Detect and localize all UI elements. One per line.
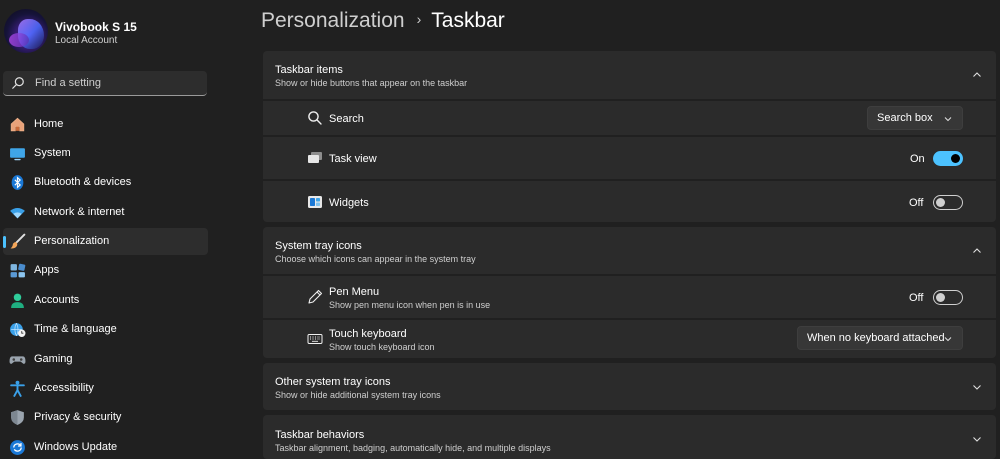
widgets-label: Widgets xyxy=(329,197,369,209)
section-subtitle: Choose which icons can appear in the sys… xyxy=(275,254,476,264)
touch-keyboard-row: Touch keyboard Show touch keyboard icon … xyxy=(263,320,996,358)
toggle-knob xyxy=(936,293,945,302)
taskbar-items-section: Taskbar items Show or hide buttons that … xyxy=(263,51,996,222)
system-tray-section: System tray icons Choose which icons can… xyxy=(263,227,996,358)
section-subtitle: Taskbar alignment, badging, automaticall… xyxy=(275,443,551,453)
sidebar: Vivobook S 15 Local Account Find a setti… xyxy=(0,0,215,459)
bluetooth-icon xyxy=(11,175,24,190)
avatar[interactable] xyxy=(4,9,48,53)
shield-icon xyxy=(11,410,24,425)
task-view-row: Task view On xyxy=(263,137,996,179)
sidebar-item-privacy[interactable]: Privacy & security xyxy=(3,404,208,431)
wifi-icon xyxy=(10,207,25,219)
widgets-icon xyxy=(308,196,322,208)
sidebar-item-label: Gaming xyxy=(34,353,73,365)
search-setting-row: Search Search box xyxy=(263,101,996,135)
accessibility-icon xyxy=(10,380,25,397)
widgets-toggle[interactable] xyxy=(933,195,963,210)
pen-menu-row: Pen Menu Show pen menu icon when pen is … xyxy=(263,276,996,318)
toggle-state-text: On xyxy=(910,153,925,165)
search-placeholder: Find a setting xyxy=(35,77,102,89)
sidebar-item-label: Home xyxy=(34,118,64,130)
search-mode-dropdown[interactable]: Search box xyxy=(867,106,963,130)
sidebar-item-time-language[interactable]: Time & language xyxy=(3,316,208,343)
taskbar-behaviors-section[interactable]: Taskbar behaviors Taskbar alignment, bad… xyxy=(263,415,996,459)
sidebar-item-gaming[interactable]: Gaming xyxy=(3,346,208,373)
sidebar-item-network[interactable]: Network & internet xyxy=(3,199,208,226)
sidebar-item-label: Accessibility xyxy=(34,382,94,394)
sidebar-item-bluetooth[interactable]: Bluetooth & devices xyxy=(3,169,208,196)
section-title: System tray icons xyxy=(275,240,362,252)
sidebar-item-personalization[interactable]: Personalization xyxy=(3,228,208,255)
chevron-down-icon xyxy=(944,117,952,122)
sidebar-item-windows-update[interactable]: Windows Update xyxy=(3,434,208,459)
sidebar-item-label: Accounts xyxy=(34,294,80,306)
toggle-state-text: Off xyxy=(909,292,924,304)
breadcrumb-separator: › xyxy=(416,11,422,27)
breadcrumb: Personalization › Taskbar xyxy=(261,9,505,39)
chevron-down-icon[interactable] xyxy=(972,382,982,392)
touch-keyboard-label: Touch keyboard xyxy=(329,328,407,340)
sidebar-item-label: Network & internet xyxy=(34,206,125,218)
section-subtitle: Show or hide buttons that appear on the … xyxy=(275,78,468,88)
pen-icon xyxy=(308,289,323,304)
sidebar-item-label: System xyxy=(34,147,71,159)
pen-menu-toggle[interactable] xyxy=(933,290,963,305)
sidebar-item-accounts[interactable]: Accounts xyxy=(3,287,208,314)
other-tray-icons-section[interactable]: Other system tray icons Show or hide add… xyxy=(263,363,996,410)
section-subtitle: Show or hide additional system tray icon… xyxy=(275,390,441,400)
page-title: Taskbar xyxy=(431,9,505,32)
profile-name: Vivobook S 15 xyxy=(55,20,137,34)
widgets-row: Widgets Off xyxy=(263,181,996,222)
profile-account-type: Local Account xyxy=(55,35,118,46)
search-icon xyxy=(12,77,24,89)
sidebar-item-label: Privacy & security xyxy=(34,411,122,423)
sidebar-item-system[interactable]: System xyxy=(3,140,208,167)
home-icon xyxy=(10,117,25,132)
section-title: Taskbar behaviors xyxy=(275,429,365,441)
sidebar-item-label: Windows Update xyxy=(34,441,118,453)
sidebar-item-label: Apps xyxy=(34,264,60,276)
sidebar-item-label: Bluetooth & devices xyxy=(34,176,132,188)
task-view-toggle[interactable] xyxy=(933,151,963,166)
apps-icon xyxy=(10,263,26,278)
sidebar-item-label: Personalization xyxy=(34,235,110,247)
sidebar-item-home[interactable]: Home xyxy=(3,111,208,138)
dropdown-value: When no keyboard attached xyxy=(807,332,945,344)
brush-icon xyxy=(10,233,26,249)
globe-clock-icon xyxy=(10,322,26,337)
chevron-down-icon xyxy=(944,337,952,342)
system-tray-header[interactable]: System tray icons Choose which icons can… xyxy=(263,227,996,274)
taskbar-items-header[interactable]: Taskbar items Show or hide buttons that … xyxy=(263,51,996,99)
toggle-knob xyxy=(951,154,960,163)
section-title: Taskbar items xyxy=(275,64,343,76)
pen-menu-description: Show pen menu icon when pen is in use xyxy=(329,300,491,310)
search-setting-label: Search xyxy=(329,113,364,125)
touch-keyboard-description: Show touch keyboard icon xyxy=(329,342,435,352)
sidebar-item-apps[interactable]: Apps xyxy=(3,257,208,284)
search-icon xyxy=(308,111,322,125)
task-view-label: Task view xyxy=(329,153,377,165)
chevron-up-icon[interactable] xyxy=(972,70,982,80)
search-input[interactable]: Find a setting xyxy=(3,71,207,96)
keyboard-icon xyxy=(307,334,323,344)
touch-keyboard-dropdown[interactable]: When no keyboard attached xyxy=(797,326,963,350)
monitor-icon xyxy=(10,148,25,161)
sidebar-item-label: Time & language xyxy=(34,323,117,335)
gamepad-icon xyxy=(9,356,26,364)
toggle-state-text: Off xyxy=(909,197,924,209)
chevron-up-icon[interactable] xyxy=(972,246,982,256)
pen-menu-label: Pen Menu xyxy=(329,286,380,298)
section-title: Other system tray icons xyxy=(275,376,391,388)
sidebar-item-accessibility[interactable]: Accessibility xyxy=(3,375,208,402)
task-view-icon xyxy=(308,152,322,163)
chevron-down-icon[interactable] xyxy=(972,434,982,444)
toggle-knob xyxy=(936,198,945,207)
profile[interactable]: Vivobook S 15 Local Account xyxy=(4,9,214,55)
person-icon xyxy=(11,293,24,308)
breadcrumb-parent[interactable]: Personalization xyxy=(261,9,405,32)
dropdown-value: Search box xyxy=(877,112,933,124)
update-icon xyxy=(10,440,25,455)
